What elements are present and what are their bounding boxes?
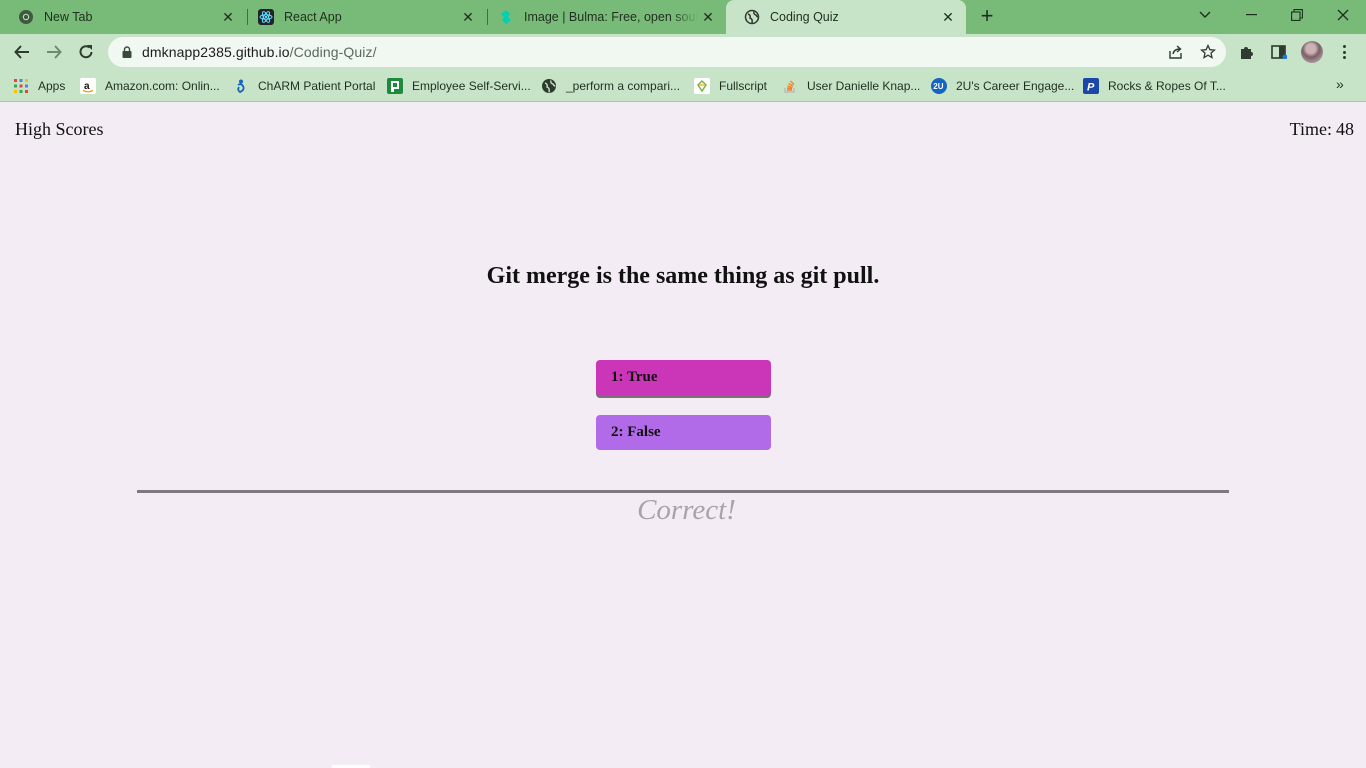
charm-icon bbox=[233, 78, 249, 94]
close-icon[interactable]: ✕ bbox=[218, 7, 238, 27]
url-text: dmknapp2385.github.io/Coding-Quiz/ bbox=[142, 44, 377, 60]
p-icon: P bbox=[1083, 78, 1099, 94]
tab-search-icon[interactable] bbox=[1182, 0, 1228, 30]
question-text: Git merge is the same thing as git pull. bbox=[486, 263, 880, 289]
bookmarks-overflow-icon[interactable]: » bbox=[1336, 76, 1344, 92]
chrome-icon bbox=[18, 9, 34, 25]
side-panel-icon[interactable] bbox=[1270, 43, 1288, 61]
profile-avatar[interactable] bbox=[1301, 41, 1323, 63]
forward-arrow-icon[interactable] bbox=[42, 40, 66, 64]
close-icon[interactable]: ✕ bbox=[938, 7, 958, 27]
reload-icon[interactable] bbox=[74, 40, 98, 64]
tab-title: React App bbox=[284, 10, 342, 24]
bookmarks-bar: Apps a Amazon.com: Onlin... ChARM Patien… bbox=[0, 70, 1366, 102]
bookmark-perform-comparison[interactable]: _perform a compari... bbox=[541, 76, 680, 96]
tab-react-app[interactable]: React App ✕ bbox=[240, 0, 486, 34]
high-scores-link[interactable]: High Scores bbox=[15, 119, 104, 140]
globe-icon bbox=[541, 78, 557, 94]
bookmark-label: Amazon.com: Onlin... bbox=[105, 79, 220, 93]
tab-title: Coding Quiz bbox=[770, 10, 839, 24]
minimize-icon[interactable] bbox=[1228, 0, 1274, 30]
svg-text:a: a bbox=[84, 81, 90, 92]
bulma-icon bbox=[498, 9, 514, 25]
tab-new-tab[interactable]: New Tab ✕ bbox=[0, 0, 246, 34]
bookmark-label: Apps bbox=[38, 79, 66, 93]
new-tab-button[interactable]: + bbox=[976, 5, 998, 28]
url-host: dmknapp2385.github.io bbox=[142, 44, 290, 60]
tab-title: New Tab bbox=[44, 10, 93, 24]
bookmark-amazon[interactable]: a Amazon.com: Onlin... bbox=[80, 76, 220, 96]
tab-coding-quiz[interactable]: Coding Quiz ✕ bbox=[726, 0, 966, 34]
url-path: /Coding-Quiz/ bbox=[289, 44, 377, 60]
feedback-message: Correct! bbox=[637, 494, 736, 526]
bookmark-label: Fullscript bbox=[719, 79, 768, 93]
address-bar[interactable]: dmknapp2385.github.io/Coding-Quiz/ bbox=[108, 37, 1226, 67]
tab-bulma[interactable]: Image | Bulma: Free, open source ✕ bbox=[480, 0, 726, 34]
stackoverflow-icon bbox=[782, 78, 798, 94]
bookmark-2u-career[interactable]: 2U 2U's Career Engage... bbox=[931, 76, 1074, 96]
close-icon[interactable]: ✕ bbox=[458, 7, 478, 27]
feedback-divider bbox=[137, 490, 1229, 493]
bookmark-fullscript[interactable]: Fullscript bbox=[694, 76, 767, 96]
fullscript-icon bbox=[694, 78, 710, 94]
quiz-page: High Scores Time: 48 Git merge is the sam… bbox=[0, 103, 1366, 768]
bookmark-label: Employee Self-Servi... bbox=[412, 79, 531, 93]
lock-icon[interactable] bbox=[120, 45, 134, 59]
employee-icon bbox=[387, 78, 403, 94]
bookmark-label: User Danielle Knap... bbox=[807, 79, 921, 93]
close-icon[interactable]: ✕ bbox=[698, 7, 718, 27]
timer: Time: 48 bbox=[1290, 119, 1354, 140]
globe-icon bbox=[744, 9, 760, 25]
extensions-icon[interactable] bbox=[1238, 43, 1256, 61]
svg-text:P: P bbox=[1087, 82, 1095, 94]
bookmark-label: ChARM Patient Portal bbox=[258, 79, 376, 93]
bookmark-employee-self-service[interactable]: Employee Self-Servi... bbox=[387, 76, 531, 96]
share-icon[interactable] bbox=[1168, 44, 1184, 60]
bookmark-label: Rocks & Ropes Of T... bbox=[1108, 79, 1226, 93]
bookmark-label: _perform a compari... bbox=[566, 79, 681, 93]
close-window-icon[interactable] bbox=[1320, 0, 1366, 30]
more-menu-icon[interactable] bbox=[1336, 42, 1352, 62]
apps-grid-icon bbox=[13, 78, 29, 94]
bookmark-charm[interactable]: ChARM Patient Portal bbox=[233, 76, 375, 96]
bookmark-rocks-ropes[interactable]: P Rocks & Ropes Of T... bbox=[1083, 76, 1226, 96]
bookmark-apps[interactable]: Apps bbox=[13, 76, 65, 96]
restore-icon[interactable] bbox=[1274, 0, 1320, 30]
star-icon[interactable] bbox=[1200, 44, 1216, 60]
react-icon bbox=[258, 9, 274, 25]
2u-icon: 2U bbox=[931, 78, 947, 94]
tab-strip: New Tab ✕ React App ✕ Image | Bulma: Fre… bbox=[0, 0, 1366, 34]
timer-label: Time: bbox=[1289, 119, 1332, 139]
answer-button-true[interactable]: 1: True bbox=[596, 360, 771, 395]
browser-toolbar: dmknapp2385.github.io/Coding-Quiz/ bbox=[0, 34, 1366, 70]
tab-title: Image | Bulma: Free, open source bbox=[524, 10, 698, 24]
bookmark-user-danielle[interactable]: User Danielle Knap... bbox=[782, 76, 920, 96]
timer-value: 48 bbox=[1336, 119, 1354, 139]
bookmark-label: 2U's Career Engage... bbox=[956, 79, 1075, 93]
answer-button-false[interactable]: 2: False bbox=[596, 415, 771, 450]
amazon-icon: a bbox=[80, 78, 96, 94]
svg-text:2U: 2U bbox=[933, 82, 943, 91]
back-arrow-icon[interactable] bbox=[10, 40, 34, 64]
